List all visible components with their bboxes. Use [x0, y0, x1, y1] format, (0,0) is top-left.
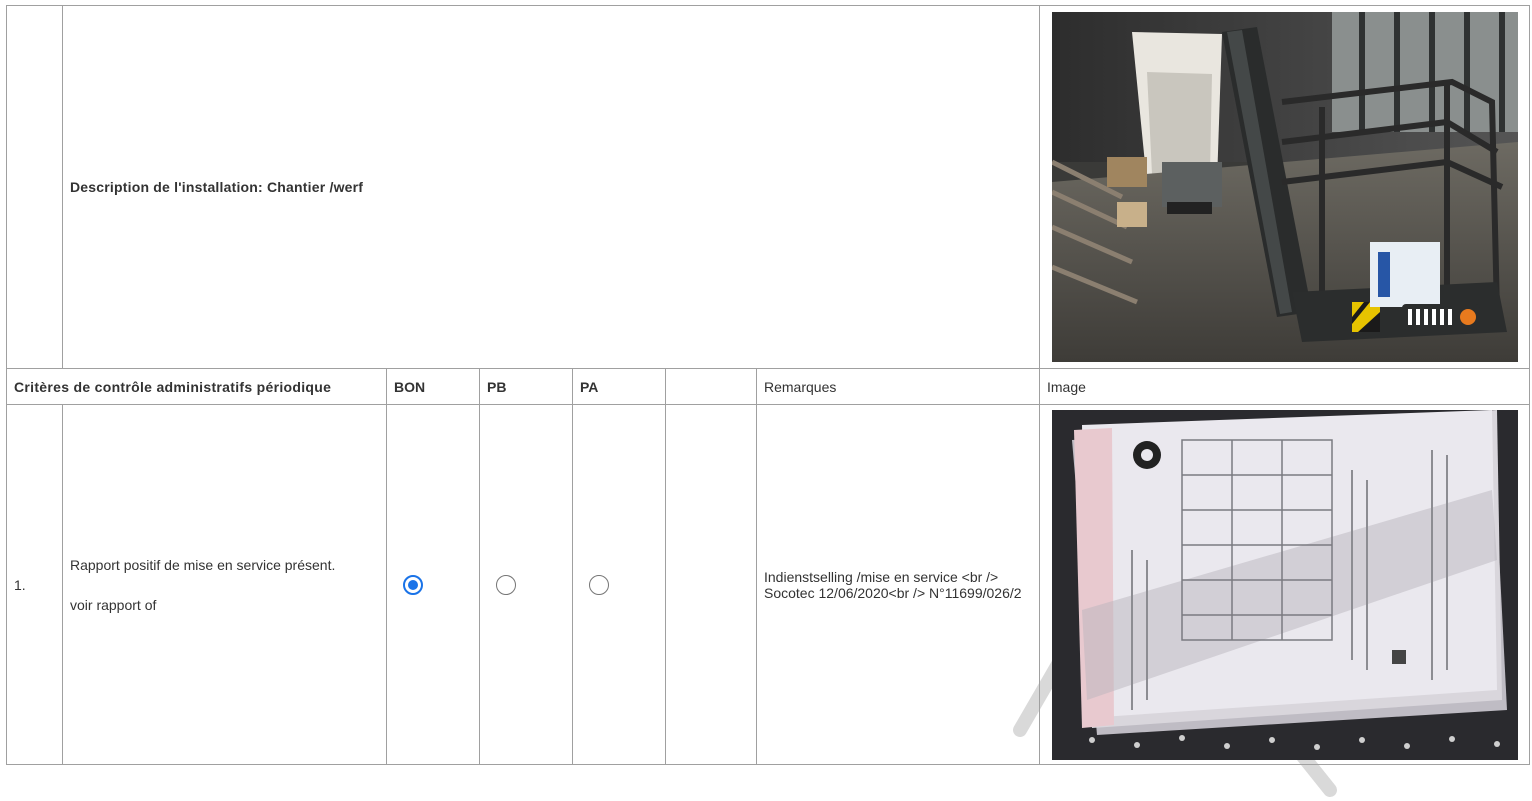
- pa-radio[interactable]: [589, 574, 609, 595]
- item-criterion-text: Rapport positif de mise en service prése…: [70, 556, 336, 573]
- item-note: voir rapport of: [70, 596, 157, 613]
- criteria-header-row: Critères de contrôle administratifs péri…: [6, 368, 1530, 405]
- item-photo-cell: [1039, 404, 1530, 765]
- pb-radio[interactable]: [496, 574, 516, 595]
- installation-photo-cell: [1039, 5, 1530, 369]
- column-header-pb: PB: [479, 368, 573, 405]
- installation-row: Description de l'installation: Chantier …: [6, 5, 1530, 369]
- pb-cell: [479, 404, 573, 765]
- item-criterion-cell: Rapport positif de mise en service prése…: [62, 404, 387, 765]
- item-number: 1.: [6, 404, 63, 765]
- row-number-cell: [6, 5, 63, 369]
- pa-cell: [572, 404, 666, 765]
- column-header-image: Image: [1039, 368, 1530, 405]
- criteria-header: Critères de contrôle administratifs péri…: [6, 368, 387, 405]
- table-row: 1. Rapport positif de mise en service pr…: [6, 404, 1530, 765]
- bon-radio[interactable]: [403, 574, 423, 595]
- empty-cell: [665, 404, 757, 765]
- document-stack-photo-icon: [1051, 409, 1518, 760]
- item-remarks: Indienstselling /mise en service <br /> …: [756, 404, 1040, 765]
- installation-description: Description de l'installation: Chantier …: [70, 179, 364, 195]
- aerial-work-platform-photo-icon: [1051, 12, 1518, 362]
- column-header-pa: PA: [572, 368, 666, 405]
- column-header-empty: [665, 368, 757, 405]
- column-header-remarks: Remarques: [756, 368, 1040, 405]
- inspection-table: Description de l'installation: Chantier …: [6, 5, 1530, 765]
- installation-description-cell: Description de l'installation: Chantier …: [62, 5, 1040, 369]
- column-header-bon: BON: [386, 368, 480, 405]
- bon-cell: [386, 404, 480, 765]
